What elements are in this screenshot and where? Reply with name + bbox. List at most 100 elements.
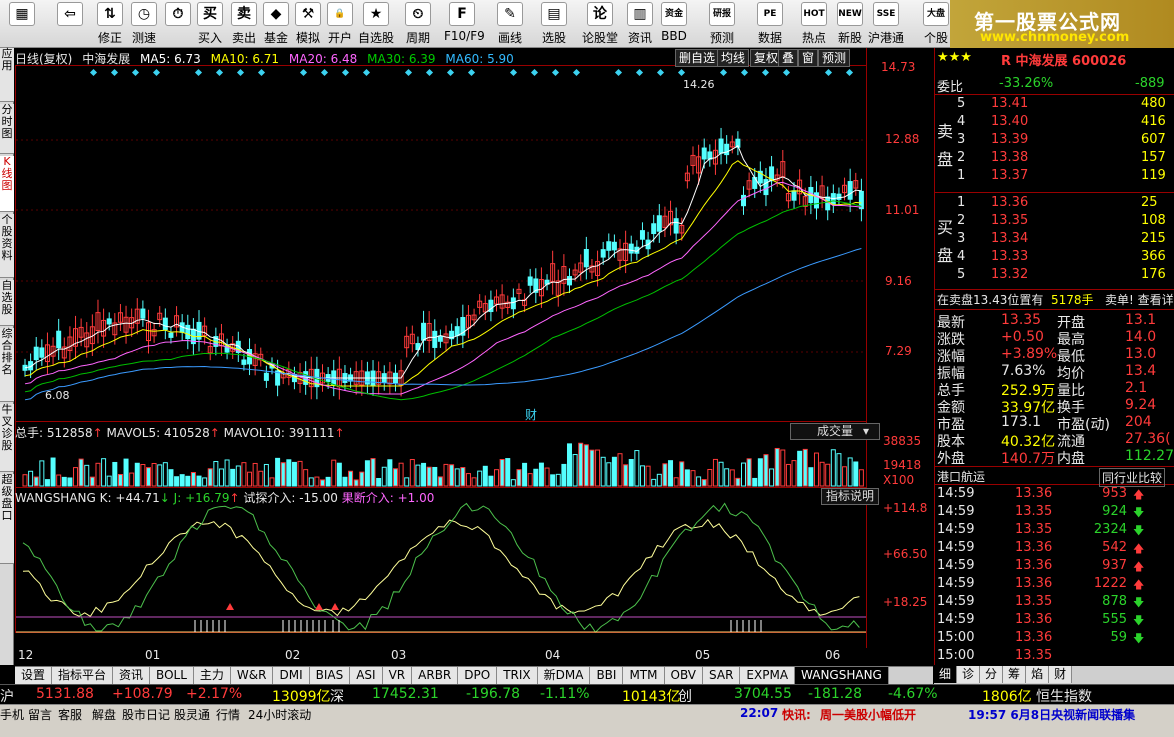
sector-compare-button[interactable]: 同行业比较: [1099, 468, 1166, 487]
toolbar-grid-button[interactable]: ▦: [4, 2, 40, 46]
status-item-0[interactable]: 手机: [0, 706, 24, 723]
toolbar-news-button[interactable]: ▥ 资讯: [622, 2, 658, 46]
news-headline-2[interactable]: 19:57 6月8日央视新闻联播集: [968, 706, 1135, 723]
indicator-tab-17[interactable]: SAR: [703, 667, 741, 684]
chart-btn-3[interactable]: 叠: [778, 49, 799, 67]
x-axis-label: 02: [285, 648, 301, 662]
status-item-3[interactable]: 解盘: [92, 706, 116, 723]
indicator-tab-18[interactable]: EXPMA: [740, 667, 796, 684]
chart-btn-5[interactable]: 预测: [818, 49, 851, 67]
status-item-4[interactable]: 股市日记: [122, 706, 170, 723]
left-tab-2[interactable]: K线图: [0, 156, 14, 212]
indicator-tab-7[interactable]: BIAS: [309, 667, 351, 684]
indicator-tab-12[interactable]: TRIX: [497, 667, 538, 684]
indicator-legend: WANGSHANG K: +44.71↓ J: +16.79↑ 试探介入: -1…: [15, 491, 435, 505]
toolbar-timer-button[interactable]: ⏱: [160, 2, 196, 46]
toolbar-period-button[interactable]: ⏲ 周期: [400, 2, 436, 46]
left-tab-7[interactable]: 超级盘口: [0, 474, 14, 564]
indicator-tab-6[interactable]: DMI: [273, 667, 310, 684]
indicator-tab-4[interactable]: 主力: [193, 667, 231, 684]
chart-btn-4[interactable]: 窗: [798, 49, 819, 67]
volume-bar: [297, 460, 303, 487]
quote-tab-3[interactable]: 筹: [1003, 666, 1027, 683]
stat-value: 7.63%: [1001, 363, 1046, 379]
finance-marker[interactable]: 财: [525, 406, 537, 423]
indicator-tab-0[interactable]: 设置: [15, 667, 53, 684]
toolbar-star-folder-button[interactable]: ★ 自选股: [358, 2, 394, 46]
quote-tab-5[interactable]: 财: [1049, 666, 1073, 683]
volume-dropdown[interactable]: 成交量 ▾: [790, 423, 880, 440]
volume-bar: [797, 450, 803, 487]
toolbar-discuss-button[interactable]: 论论股堂: [582, 2, 618, 46]
indicator-tab-15[interactable]: MTM: [623, 667, 665, 684]
indicator-tab-8[interactable]: ASI: [350, 667, 383, 684]
toolbar-hot-button[interactable]: HOT 热点: [796, 2, 832, 46]
indicator-tab-11[interactable]: DPO: [458, 667, 498, 684]
indicator-tab-5[interactable]: W&R: [230, 667, 274, 684]
order-notice-link[interactable]: 卖单! 查看详: [1105, 291, 1174, 308]
quote-row: 委比 -33.26% -889: [935, 76, 1174, 95]
toolbar-f10-button[interactable]: F F10/F9: [444, 2, 485, 46]
status-item-2[interactable]: 客服: [58, 706, 82, 723]
toolbar-market-button[interactable]: 大盘 个股: [918, 2, 954, 46]
toolbar-data-button[interactable]: PE 数据: [752, 2, 788, 46]
toolbar-adjust-button[interactable]: ⇅ 修正: [92, 2, 128, 46]
news-headline[interactable]: 周一美股小幅低开: [820, 706, 916, 723]
left-tab-3[interactable]: 个股资料: [0, 214, 14, 278]
status-item-1[interactable]: 留言: [28, 706, 52, 723]
chart-btn-1[interactable]: 均线: [717, 49, 750, 67]
indicator-tab-14[interactable]: BBI: [590, 667, 624, 684]
indicator-tab-13[interactable]: 新DMA: [537, 667, 591, 684]
left-tab-6[interactable]: 牛叉诊股: [0, 404, 14, 472]
status-item-5[interactable]: 股灵通: [174, 706, 210, 723]
stat-value: 27.36(: [1125, 431, 1171, 447]
toolbar-lock-button[interactable]: 🔒 开户: [322, 2, 358, 46]
left-tab-4[interactable]: 自选股: [0, 280, 14, 326]
volume-bar: [426, 466, 432, 487]
toolbar-hammer-button[interactable]: ⚒ 模拟: [290, 2, 326, 46]
toolbar-hk-button[interactable]: SSE 沪港通: [868, 2, 904, 46]
quote-tab-2[interactable]: 分: [980, 666, 1004, 683]
book-price: 13.38: [991, 150, 1029, 165]
indicator-help-button[interactable]: 指标说明: [821, 488, 880, 505]
kline-chart-area[interactable]: 日线(复权) 中海发展 MA5: 6.73 MA10: 6.71 MA20: 6…: [15, 48, 933, 665]
toolbar-bbd-button[interactable]: 资金 BBD: [656, 2, 692, 46]
volume-bar: [376, 477, 382, 487]
indicator-tab-19[interactable]: WANGSHANG: [795, 667, 889, 684]
indicator-tab-16[interactable]: OBV: [664, 667, 704, 684]
toolbar-screen-button[interactable]: ▤ 选股: [536, 2, 572, 46]
book-volume: 157: [1141, 150, 1166, 165]
left-tab-0[interactable]: 应用: [0, 48, 14, 102]
volume-bar: [303, 469, 309, 487]
volume-bar: [168, 469, 174, 487]
volume-bar: [628, 459, 634, 487]
chart-btn-0[interactable]: 删自选: [675, 49, 720, 67]
toolbar-sell-button[interactable]: 卖卖出: [226, 2, 262, 46]
quote-tab-0[interactable]: 细: [934, 666, 958, 683]
indicator-tab-1[interactable]: 指标平台: [52, 667, 114, 684]
stat-value: 14.0: [1125, 329, 1157, 345]
status-item-6[interactable]: 行情: [216, 706, 240, 723]
quote-tab-1[interactable]: 诊: [957, 666, 981, 683]
left-tab-1[interactable]: 分时图: [0, 104, 14, 154]
left-tab-5[interactable]: 综合排名: [0, 328, 14, 402]
toolbar-fund-button[interactable]: ◆ 基金: [258, 2, 294, 46]
quote-tab-4[interactable]: 焰: [1026, 666, 1050, 683]
toolbar-forecast-button[interactable]: 研报 预测: [704, 2, 740, 46]
toolbar-pen-button[interactable]: ✎ 画线: [492, 2, 528, 46]
wb-pct: -33.26%: [999, 76, 1054, 91]
status-item-7[interactable]: 24小时滚动: [248, 706, 311, 723]
toolbar-clock-button[interactable]: ◷ 测速: [126, 2, 162, 46]
indicator-tab-3[interactable]: BOLL: [150, 667, 194, 684]
indicator-tab-9[interactable]: VR: [382, 667, 413, 684]
toolbar-buy-button[interactable]: 买买入: [192, 2, 228, 46]
toolbar-back-arrow-button[interactable]: ⇦: [52, 2, 88, 46]
candle: [724, 143, 730, 156]
volume-bar: [645, 465, 651, 487]
indicator-tab-10[interactable]: ARBR: [412, 667, 459, 684]
volume-bar: [791, 460, 797, 487]
volume-bar: [320, 479, 326, 487]
indicator-tab-2[interactable]: 资讯: [113, 667, 151, 684]
book-volume: 607: [1141, 132, 1166, 147]
toolbar-newstock-button[interactable]: NEW 新股: [832, 2, 868, 46]
